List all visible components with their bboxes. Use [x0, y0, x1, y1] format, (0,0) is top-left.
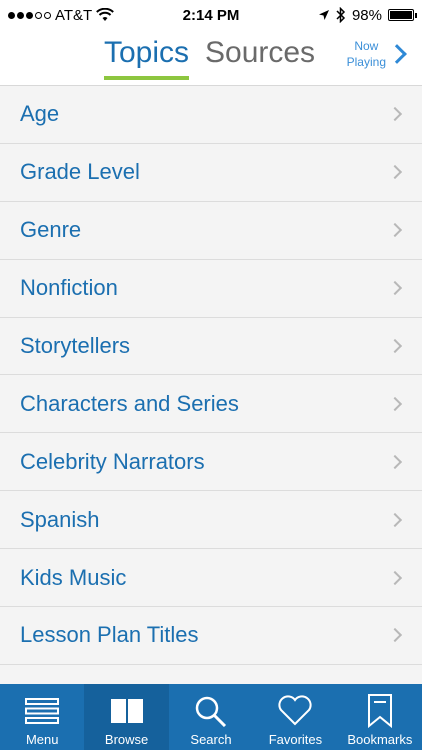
tab-bar: Menu Browse Search Favorites Bookmarks: [0, 684, 422, 750]
tab-label: Search: [190, 732, 232, 747]
search-icon: [194, 692, 228, 730]
topic-label: Storytellers: [20, 333, 131, 358]
status-left: AT&T: [8, 6, 115, 24]
topic-row-spanish[interactable]: Spanish: [0, 491, 422, 550]
tab-sources[interactable]: Sources: [205, 36, 315, 70]
chevron-right-icon: [387, 281, 403, 296]
now-playing-line1: Now: [354, 39, 379, 53]
bluetooth-icon: [336, 7, 346, 23]
chevron-right-icon: [387, 107, 403, 122]
chevron-right-icon: [387, 165, 403, 180]
topic-label: Characters and Series: [20, 390, 239, 416]
signal-dot: [8, 11, 15, 19]
tab-label: Browse: [104, 732, 149, 747]
chevron-right-icon: [387, 44, 407, 64]
topic-row-nonfiction[interactable]: Nonfiction: [0, 259, 422, 318]
location-arrow-icon: [318, 10, 329, 20]
chevron-right-icon: [387, 338, 403, 354]
topic-label: Kids Music: [20, 564, 127, 590]
topic-row-grade-level[interactable]: Grade Level: [0, 143, 422, 202]
book-icon: [109, 692, 145, 730]
topic-row-lesson-plan-titles[interactable]: Lesson Plan Titles: [0, 607, 422, 665]
chevron-right-icon: [387, 628, 403, 643]
topic-row-age[interactable]: Age: [0, 86, 422, 144]
topic-row-celebrity-narrators[interactable]: Celebrity Narrators: [0, 433, 422, 492]
chevron-right-icon: [387, 512, 403, 527]
topic-label: Grade Level: [20, 159, 140, 185]
tab-favorites[interactable]: Favorites: [253, 684, 337, 750]
tab-bookmarks[interactable]: Bookmarks: [338, 684, 422, 750]
battery-icon: [388, 9, 417, 21]
menu-icon: [25, 692, 60, 730]
bookmark-icon: [367, 692, 393, 730]
topic-row-characters-and-series[interactable]: Characters and Series: [0, 375, 422, 434]
topic-label: Celebrity Narrators: [20, 448, 205, 474]
carrier-name: AT&T: [55, 6, 93, 24]
topic-row-kids-music[interactable]: Kids Music: [0, 549, 422, 608]
now-playing-label: Now Playing: [347, 38, 386, 70]
chevron-right-icon: [387, 570, 403, 585]
topic-row-genre[interactable]: Genre: [0, 201, 422, 260]
battery-percent: 98%: [351, 6, 382, 24]
chevron-right-icon: [387, 223, 403, 238]
signal-dot: [26, 11, 33, 19]
topic-label: Nonfiction: [20, 275, 118, 301]
tab-label: Favorites: [268, 732, 323, 747]
topic-list[interactable]: Age Grade Level Genre Nonfiction Storyte…: [0, 86, 422, 684]
signal-dot: [44, 11, 51, 19]
tab-label: Menu: [25, 732, 59, 747]
signal-strength-icon: [8, 11, 51, 19]
chevron-right-icon: [387, 454, 403, 469]
battery-fill: [390, 11, 412, 19]
heart-icon: [277, 692, 313, 730]
status-right: 98%: [318, 6, 417, 24]
tab-menu[interactable]: Menu: [0, 684, 84, 750]
now-playing-line2: Playing: [346, 55, 386, 69]
now-playing-button[interactable]: Now Playing: [347, 38, 407, 70]
header: Topics Sources Now Playing: [0, 30, 422, 86]
signal-dot: [35, 11, 42, 19]
topic-label: Lesson Plan Titles: [20, 622, 199, 648]
topic-label: Genre: [20, 217, 82, 243]
tab-browse[interactable]: Browse: [84, 684, 169, 750]
tab-topics[interactable]: Topics: [104, 36, 190, 80]
tab-search[interactable]: Search: [169, 684, 253, 750]
tab-label: Bookmarks: [347, 732, 413, 747]
status-bar: AT&T 2:14 PM 98%: [0, 0, 422, 30]
signal-dot: [17, 11, 24, 19]
topic-label: Spanish: [20, 506, 100, 532]
topic-label: Age: [20, 101, 60, 127]
wifi-icon: [96, 8, 115, 21]
chevron-right-icon: [387, 396, 403, 411]
topic-row-storytellers[interactable]: Storytellers: [0, 317, 422, 376]
